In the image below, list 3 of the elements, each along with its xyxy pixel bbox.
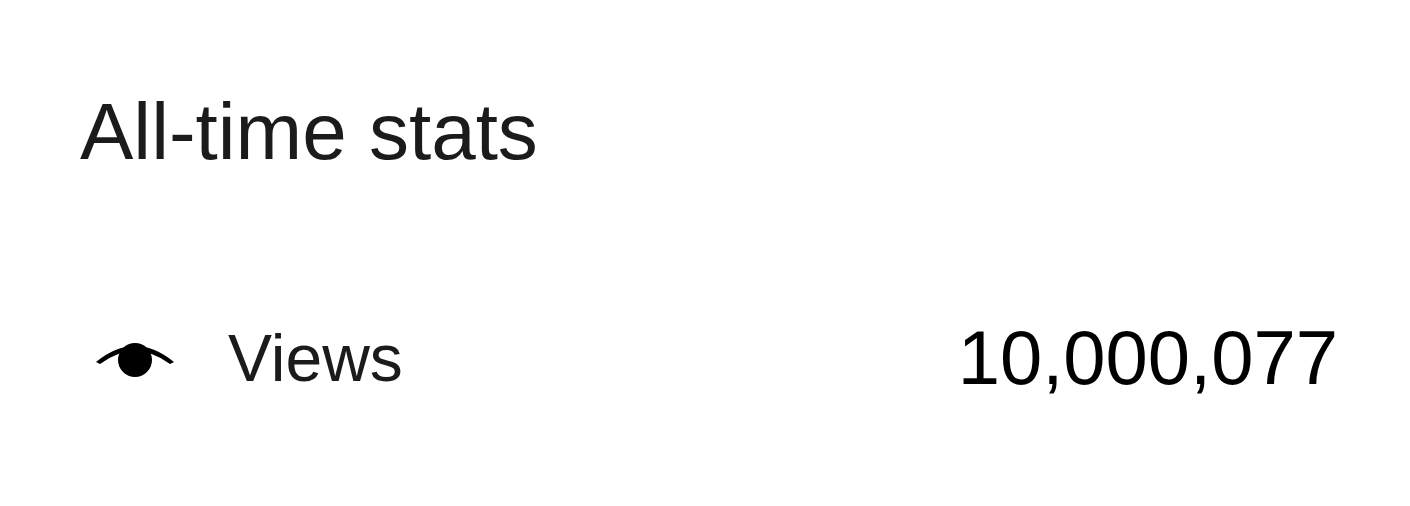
section-title: All-time stats	[80, 92, 539, 172]
stat-value: 10,000,077	[957, 320, 1338, 396]
stat-label: Views	[228, 325, 403, 391]
